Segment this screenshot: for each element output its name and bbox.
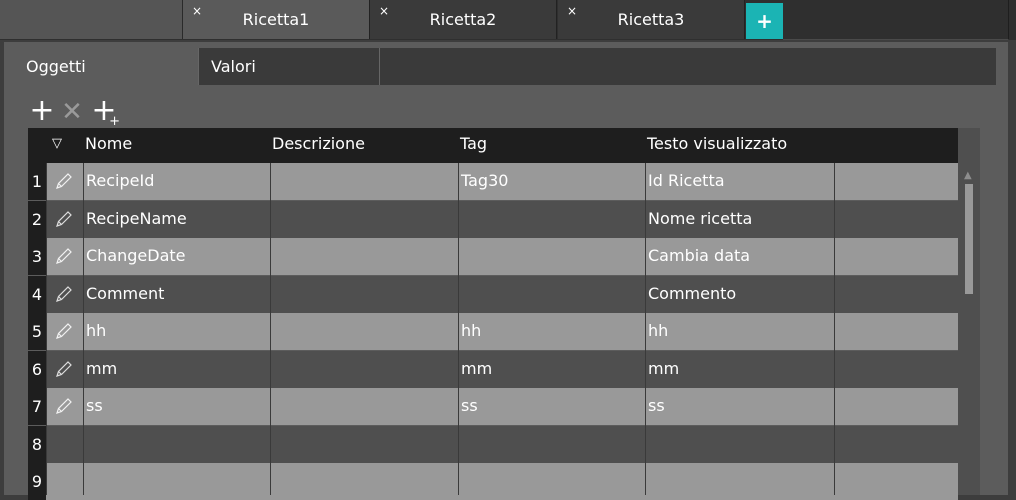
row-number: 6 <box>28 351 46 388</box>
cell-display-text[interactable]: Commento <box>648 284 736 303</box>
table-row[interactable]: 5 hh hh hh <box>28 313 958 350</box>
filter-icon[interactable]: ▽ <box>52 136 62 151</box>
cell-name[interactable]: ChangeDate <box>86 246 186 265</box>
pencil-icon[interactable] <box>54 359 74 379</box>
delete-row-button[interactable]: ✕ <box>58 98 86 126</box>
cell-display-text[interactable]: hh <box>648 321 668 340</box>
cell-display-text[interactable]: ss <box>648 396 665 415</box>
header-description[interactable]: Descrizione <box>272 134 365 153</box>
tab-ricetta1[interactable]: × Ricetta1 <box>183 0 370 39</box>
cell-display-text[interactable]: Cambia data <box>648 246 750 265</box>
add-tab-button[interactable]: + <box>746 3 783 39</box>
table-row[interactable]: 1 RecipeId Tag30 Id Ricetta <box>28 163 958 200</box>
cell-name[interactable]: RecipeId <box>86 171 154 190</box>
tab-label: Ricetta1 <box>242 10 310 29</box>
cell-display-text[interactable]: Id Ricetta <box>648 171 725 190</box>
column-divider <box>46 163 47 495</box>
column-divider <box>645 163 646 495</box>
pencil-icon[interactable] <box>54 396 74 416</box>
insert-row-button[interactable]: + + <box>90 96 120 129</box>
tab-ricetta3[interactable]: × Ricetta3 <box>558 0 745 39</box>
grid-header: ▽ Nome Descrizione Tag Testo visualizzat… <box>28 128 958 163</box>
pencil-icon[interactable] <box>54 321 74 341</box>
pencil-icon[interactable] <box>54 209 74 229</box>
grid-left-margin <box>4 86 28 453</box>
column-divider <box>834 163 835 495</box>
column-divider <box>83 163 84 495</box>
insert-badge-icon: + <box>109 114 120 129</box>
scroll-up-icon[interactable]: ▲ <box>964 170 972 181</box>
cell-name[interactable]: ss <box>86 396 103 415</box>
tab-bar-empty-area <box>783 0 1009 40</box>
tab-bar-filler <box>0 0 183 39</box>
plus-icon: + <box>29 93 55 128</box>
tab-objects-label: Oggetti <box>26 57 86 76</box>
table-row[interactable]: 8 <box>28 426 958 463</box>
row-number: 3 <box>28 238 46 275</box>
table-row[interactable]: 6 mm mm mm <box>28 351 958 388</box>
pencil-icon[interactable] <box>54 246 74 266</box>
cell-tag[interactable]: hh <box>461 321 481 340</box>
row-number: 8 <box>28 426 46 463</box>
document-tab-bar: × Ricetta1 × Ricetta2 × Ricetta3 + <box>0 0 1016 40</box>
tab-values-label: Valori <box>211 57 256 76</box>
tab-objects[interactable]: Oggetti <box>14 48 198 85</box>
table-row[interactable]: 7 ss ss ss <box>28 388 958 425</box>
table-row[interactable]: 4 Comment Commento <box>28 276 958 313</box>
row-number: 2 <box>28 201 46 238</box>
cell-tag[interactable]: Tag30 <box>461 171 508 190</box>
table-row[interactable]: 2 RecipeName Nome ricetta <box>28 201 958 238</box>
header-tag[interactable]: Tag <box>460 134 487 153</box>
column-divider <box>458 163 459 495</box>
subtab-bar: Oggetti Valori <box>14 48 996 85</box>
scroll-thumb[interactable] <box>965 184 973 294</box>
cell-display-text[interactable]: mm <box>648 359 679 378</box>
cell-name[interactable]: mm <box>86 359 117 378</box>
cell-name[interactable]: RecipeName <box>86 209 187 228</box>
row-number: 5 <box>28 313 46 350</box>
header-name[interactable]: Nome <box>85 134 132 153</box>
cell-name[interactable]: hh <box>86 321 106 340</box>
tab-ricetta2[interactable]: × Ricetta2 <box>370 0 557 39</box>
table-row[interactable]: 3 ChangeDate Cambia data <box>28 238 958 275</box>
row-number: 4 <box>28 276 46 313</box>
pencil-icon[interactable] <box>54 171 74 191</box>
add-row-button[interactable]: + <box>28 96 56 126</box>
header-display-text[interactable]: Testo visualizzato <box>647 134 787 153</box>
table-row[interactable]: 9 <box>28 463 958 500</box>
tab-values[interactable]: Valori <box>198 48 380 85</box>
column-divider <box>270 163 271 495</box>
tab-label: Ricetta2 <box>429 10 497 29</box>
row-number: 9 <box>28 463 46 500</box>
objects-grid: ▽ Nome Descrizione Tag Testo visualizzat… <box>28 128 958 500</box>
cell-display-text[interactable]: Nome ricetta <box>648 209 752 228</box>
cell-tag[interactable]: mm <box>461 359 492 378</box>
pencil-icon[interactable] <box>54 284 74 304</box>
cell-name[interactable]: Comment <box>86 284 164 303</box>
cell-tag[interactable]: ss <box>461 396 478 415</box>
row-number: 7 <box>28 388 46 425</box>
vertical-scrollbar[interactable]: ▲ <box>958 128 980 495</box>
tab-label: Ricetta3 <box>617 10 685 29</box>
row-number: 1 <box>28 163 46 200</box>
delete-icon: ✕ <box>61 97 83 127</box>
